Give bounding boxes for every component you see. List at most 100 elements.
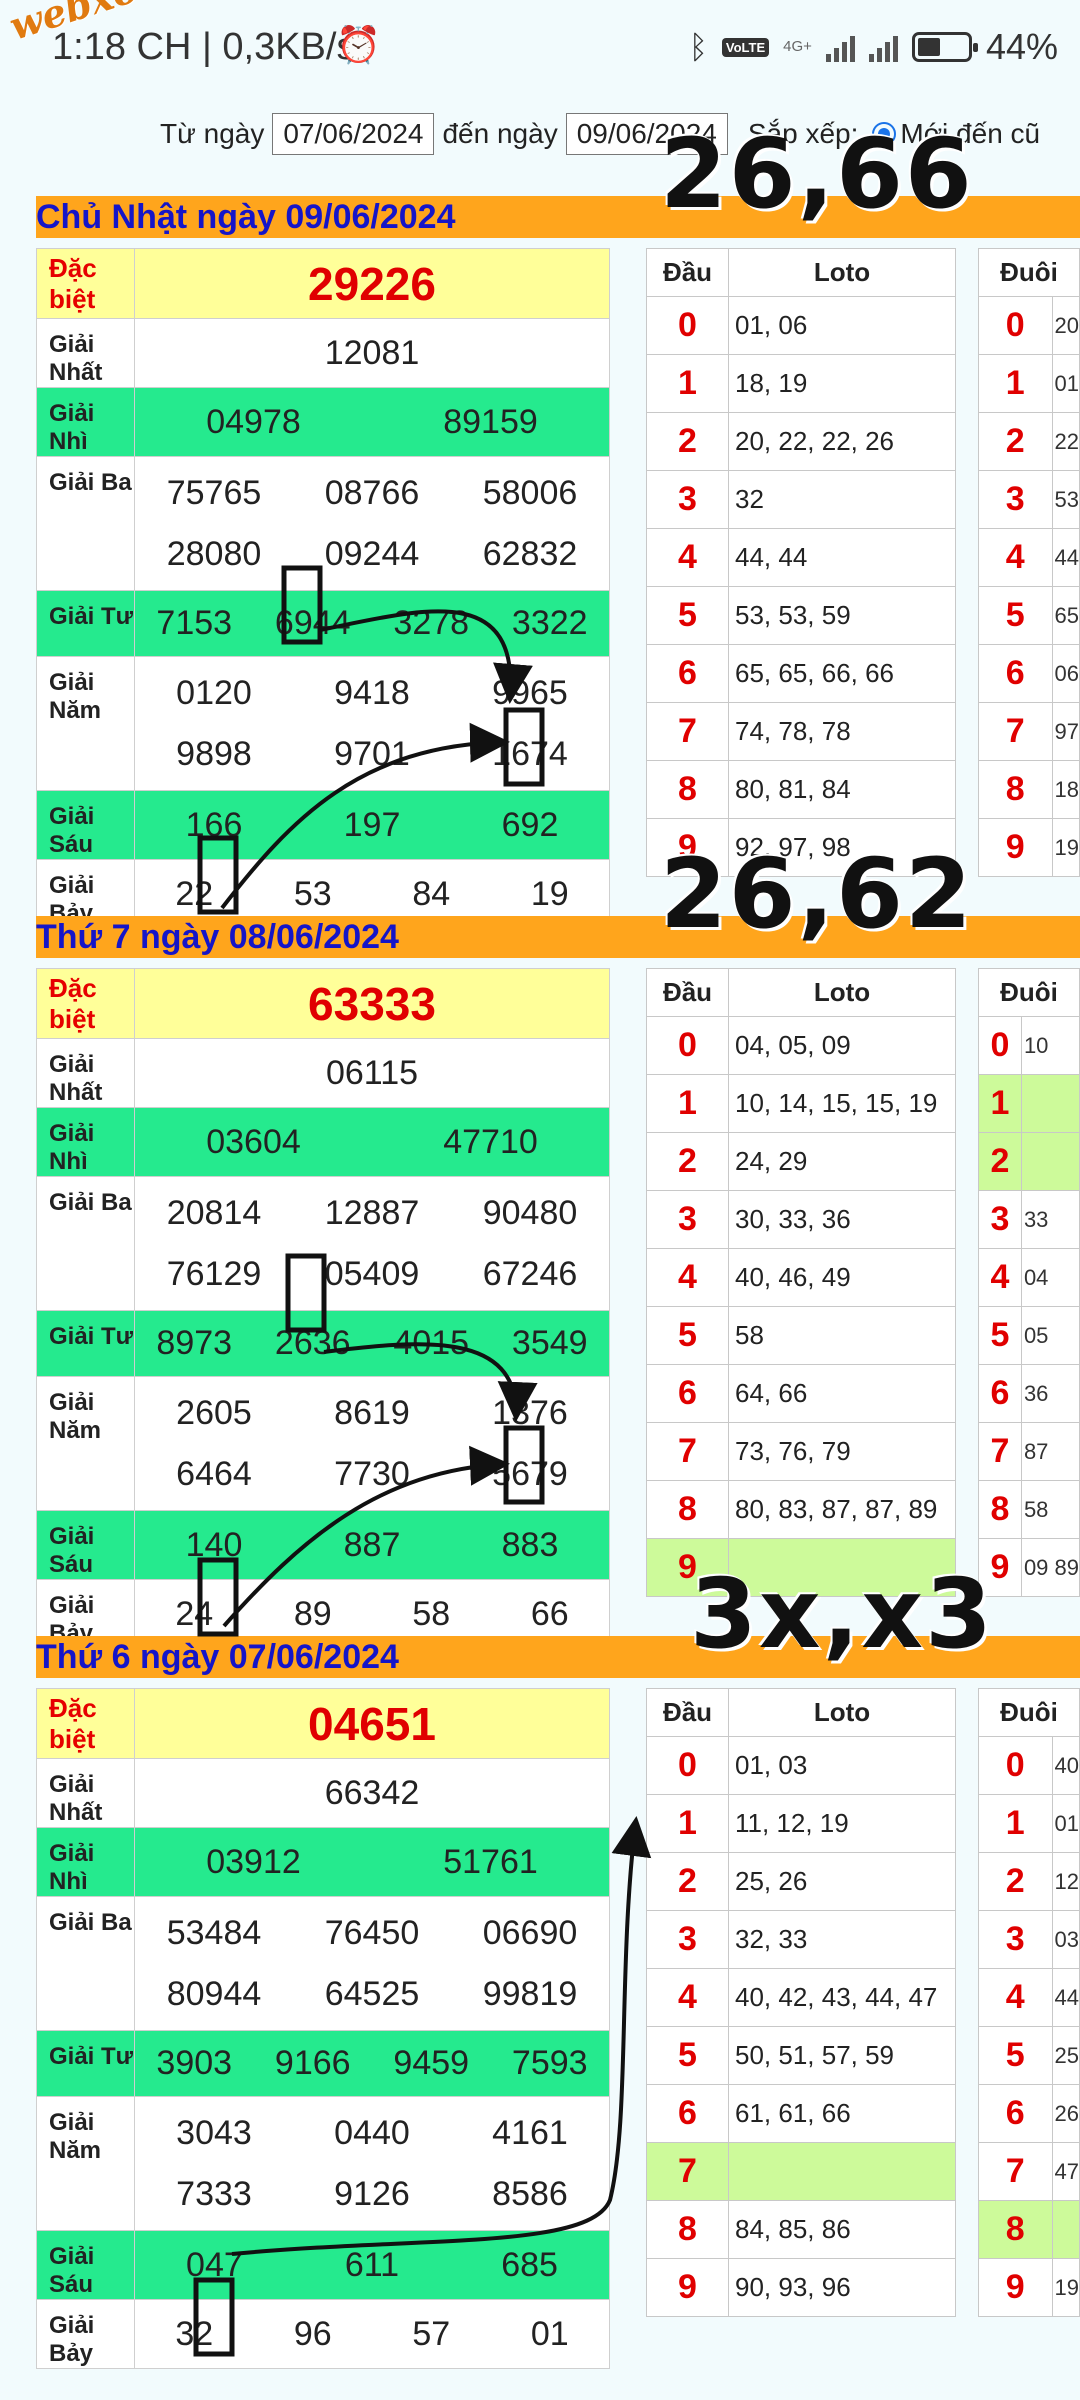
fourth-prize-row-label: Giải Tư — [36, 1310, 135, 1377]
results-table: Đặc biệt 29226 Giải Nhất 12081 Giải Nhì … — [36, 248, 610, 929]
duoi-tail-digit: 4 — [978, 1248, 1022, 1307]
prize-number: 3903 — [156, 2044, 233, 2082]
sixth-prize-row-values: 140 887 883 — [134, 1510, 610, 1580]
loto-header-row: Đầu Loto — [646, 968, 956, 1017]
loto-row: 0 01, 03 — [646, 1736, 956, 1795]
fifth-prize-label: Giải Năm — [36, 1376, 135, 1511]
prize-number: 80944 — [166, 1974, 262, 2013]
fifth-prize-row: Giải Năm 0120 9418 9965 9898 9701 1674 — [36, 656, 610, 791]
loto-row: 2 24, 29 — [646, 1132, 956, 1191]
duoi-row: 8 — [978, 2200, 1080, 2259]
prize-number: 89159 — [443, 402, 538, 441]
loto-table: Đầu Loto 0 01, 06 1 18, 19 2 20, 22, 22,… — [646, 248, 956, 877]
duoi-values: 04 — [1020, 1248, 1080, 1307]
duoi-values: 06 — [1051, 644, 1080, 703]
duoi-row: 5 65 — [978, 586, 1080, 645]
second-prize-row-label: Giải Nhì — [36, 387, 135, 457]
prize-number: 8619 — [334, 1393, 410, 1432]
loto-head-digit: 2 — [646, 412, 729, 471]
loto-values — [728, 2142, 956, 2201]
loto-row: 7 73, 76, 79 — [646, 1422, 956, 1481]
loto-values: 80, 83, 87, 87, 89 — [728, 1480, 956, 1539]
duoi-tail-digit: 3 — [978, 1190, 1022, 1249]
special-prize-value: 63333 — [134, 968, 610, 1039]
prize-number: 05409 — [324, 1254, 420, 1293]
duoi-row: 4 44 — [978, 1968, 1080, 2027]
loto-row: 7 — [646, 2142, 956, 2201]
sixth-prize-row-label: Giải Sáu — [36, 2230, 135, 2300]
loto-header-dau: Đầu — [646, 248, 729, 297]
day-title[interactable]: Thứ 6 ngày 07/06/2024 — [36, 1638, 399, 1677]
prize-number: 53484 — [166, 1913, 262, 1952]
battery-icon — [911, 32, 978, 62]
prize-number: 58 — [412, 1594, 451, 1633]
prize-number: 64525 — [324, 1974, 420, 2013]
third-prize-row: Giải Ba 20814 12887 90480 76129 05409 67246 — [36, 1176, 610, 1311]
loto-head-digit: 2 — [646, 1132, 729, 1191]
duoi-tail-digit: 3 — [978, 470, 1053, 529]
duoi-row: 2 22 — [978, 412, 1080, 471]
day-title[interactable]: Thứ 7 ngày 08/06/2024 — [36, 918, 399, 957]
loto-head-digit: 7 — [646, 1422, 729, 1481]
signal-icon — [825, 32, 855, 62]
loto-values: 50, 51, 57, 59 — [728, 2026, 956, 2085]
loto-head-digit: 6 — [646, 1364, 729, 1423]
duoi-tail-digit: 4 — [978, 1968, 1053, 2027]
prize-number: 08766 — [324, 473, 420, 512]
prize-number: 1674 — [492, 734, 568, 773]
duoi-row: 8 58 — [978, 1480, 1080, 1539]
fifth-prize-row: Giải Năm 3043 0440 4161 7333 9126 8586 — [36, 2096, 610, 2231]
third-prize-values: 20814 12887 90480 76129 05409 67246 — [134, 1176, 610, 1311]
duoi-header: Đuôi — [978, 1688, 1080, 1737]
duoi-values: 36 — [1020, 1364, 1080, 1423]
loto-values: 90, 93, 96 — [728, 2258, 956, 2317]
from-date-input[interactable]: 07/06/2024 — [272, 113, 435, 155]
prize-number: 9459 — [393, 2044, 470, 2082]
prize-number: 0120 — [176, 673, 252, 712]
duoi-values: 87 — [1020, 1422, 1080, 1481]
duoi-tail-digit: 2 — [978, 1132, 1022, 1191]
second-prize-row-values: 03604 47710 — [134, 1107, 610, 1177]
prize-number: 62832 — [482, 534, 578, 573]
duoi-row: 3 03 — [978, 1910, 1080, 1969]
loto-row: 1 10, 14, 15, 15, 19 — [646, 1074, 956, 1133]
prize-number: 57 — [412, 2314, 451, 2353]
loto-row: 9 90, 93, 96 — [646, 2258, 956, 2317]
prize-number: 883 — [501, 1525, 559, 1564]
prize-number: 22 — [175, 874, 214, 913]
first-prize-row: Giải Nhất 12081 — [36, 318, 610, 388]
fourth-prize-row: Giải Tư 3903 9166 9459 7593 — [36, 2030, 610, 2097]
loto-row: 3 30, 33, 36 — [646, 1190, 956, 1249]
duoi-values: 18 — [1051, 760, 1080, 819]
loto-row: 0 01, 06 — [646, 296, 956, 355]
loto-values: 84, 85, 86 — [728, 2200, 956, 2259]
loto-row: 5 53, 53, 59 — [646, 586, 956, 645]
loto-row: 4 40, 46, 49 — [646, 1248, 956, 1307]
status-time: 1:18 CH | 0,3KB/s — [52, 26, 356, 68]
loto-values: 30, 33, 36 — [728, 1190, 956, 1249]
duoi-values: 25 — [1051, 2026, 1080, 2085]
loto-head-digit: 4 — [646, 528, 729, 587]
special-prize-label: Đặc biệt — [36, 968, 135, 1039]
prize-number: 166 — [185, 805, 243, 844]
special-prize-row: Đặc biệt 63333 — [36, 968, 610, 1039]
prize-number: 8973 — [156, 1324, 233, 1362]
status-bar: 1:18 CH | 0,3KB/s ⏰ ᛒ VoLTE 4G+ 44% — [0, 0, 1080, 100]
loto-header-loto: Loto — [728, 248, 956, 297]
loto-values: 53, 53, 59 — [728, 586, 956, 645]
prize-number: 4015 — [393, 1324, 470, 1362]
loto-header-dau: Đầu — [646, 968, 729, 1017]
day-title[interactable]: Chủ Nhật ngày 09/06/2024 — [36, 198, 456, 237]
duoi-tail-digit: 1 — [978, 354, 1053, 413]
loto-head-digit: 1 — [646, 1794, 729, 1853]
second-prize-row: Giải Nhì 03604 47710 — [36, 1107, 610, 1177]
loto-values: 64, 66 — [728, 1364, 956, 1423]
results-table: Đặc biệt 63333 Giải Nhất 06115 Giải Nhì … — [36, 968, 610, 1649]
sixth-prize-row-values: 166 197 692 — [134, 790, 610, 860]
loto-head-digit: 4 — [646, 1248, 729, 1307]
loto-head-digit: 6 — [646, 644, 729, 703]
prize-number: 685 — [501, 2245, 558, 2284]
loto-values: 40, 46, 49 — [728, 1248, 956, 1307]
prize-number: 09244 — [324, 534, 420, 573]
loto-row: 7 74, 78, 78 — [646, 702, 956, 761]
